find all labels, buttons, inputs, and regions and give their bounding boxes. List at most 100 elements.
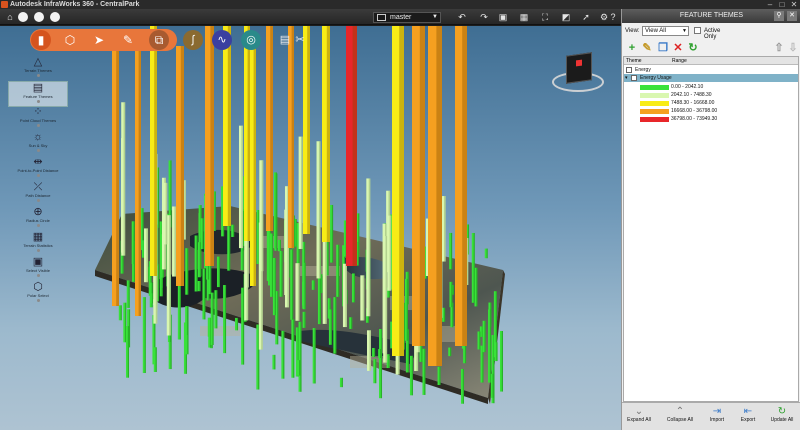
tool-sun-sky[interactable]: ☼ Sun & Sky [8,131,68,157]
tool-path-distance[interactable]: ⤫ Path Distance [8,181,68,207]
viewcube-cube[interactable] [566,52,592,84]
tool-point-cloud[interactable]: ⁘ Point Cloud Themes [8,106,68,132]
data-bar-shade [375,359,377,384]
tool-label: Point-to-Point Distance [17,168,59,173]
proposal-dropdown[interactable]: master ▼ [373,12,441,23]
theme-checkbox[interactable] [631,75,637,81]
data-bar-shade [274,354,276,370]
path-distance-icon: ⤫ [33,181,43,193]
update-all-button[interactable]: ↻ Update All [765,406,799,428]
range-swatch[interactable] [640,101,669,106]
viewcube[interactable] [548,50,608,106]
data-bar-shade [169,215,171,336]
data-bar-shade [388,354,390,369]
data-bar-shade [406,278,408,341]
create-mode-icon[interactable]: ▮ [31,30,51,50]
data-bar-shade [165,182,168,245]
manage-mode-icon[interactable]: ⬡ [60,30,80,50]
home-icon[interactable]: ⌂ [4,11,16,23]
drainage-mode-icon[interactable]: ∿ [212,30,232,50]
theme-checkbox[interactable] [626,67,632,73]
presentation-icon[interactable]: ▤ [278,33,292,47]
redo-icon[interactable]: ↷ [478,11,490,23]
panel-close-icon[interactable]: ✕ [787,11,797,21]
undo-icon[interactable]: ↶ [456,11,468,23]
screenshot-icon[interactable]: ◩ [560,11,572,23]
move-up-icon[interactable]: ⇧ [772,41,786,55]
maximize-button[interactable]: □ [776,0,788,9]
data-bar-shade [275,172,277,249]
tool-radius-circle[interactable]: ⊕ Radius Circle [8,206,68,232]
3d-viewport[interactable]: ▮ ⬡ ➤ ✎ ⧉ ∫ ∿ ◎ ▤ ✂ △ Terrain Themes ▤ Feat… [0,26,621,430]
help-icon[interactable]: ? [607,11,619,23]
active-only-checkbox[interactable] [694,27,701,34]
pointer-icon[interactable]: ➚ [580,11,592,23]
import-button[interactable]: ⇥ Import [700,406,734,428]
range-swatch[interactable] [640,109,669,114]
data-bar-shade [351,317,353,329]
tool-polar-select[interactable]: ⬡ Polar Select [8,281,68,307]
update-icon: ↻ [777,406,787,417]
pin-icon[interactable]: ⚲ [774,11,784,21]
capture-icon[interactable]: ▦ [518,11,530,23]
app-window: Autodesk InfraWorks 360 - CentralPark – … [0,0,800,430]
data-bar-shade [224,285,227,354]
data-bar-shade [138,46,141,316]
refresh-theme-icon[interactable]: ↻ [686,41,700,55]
collapse-icon[interactable]: ▾ [625,74,628,82]
data-bar-shade [436,26,442,366]
range-swatch[interactable] [640,93,669,98]
edit-theme-icon[interactable]: ✎ [640,41,654,55]
tool-terrain-themes[interactable]: △ Terrain Themes [8,56,68,82]
bridge-mode-icon[interactable]: ◎ [241,30,261,50]
export-button[interactable]: ⇤ Export [731,406,765,428]
add-theme-icon[interactable]: + [625,41,639,55]
app-logo-icon [1,1,8,8]
delete-theme-icon[interactable]: ✕ [671,41,685,55]
tool-terrain-stats[interactable]: ▦ Terrain Statistics [8,231,68,257]
save-icon[interactable]: ▣ [497,11,509,23]
separator-dot [36,249,40,252]
data-bar-shade [443,307,446,322]
view-select[interactable]: View All ▼ [642,26,689,36]
tools-icon[interactable]: ✂ [293,33,307,47]
tree-row-energy[interactable]: Energy [624,66,798,74]
fullscreen-icon[interactable]: ⛶ [539,11,551,23]
data-bar-shade [227,26,231,226]
data-bar-shade [291,26,294,248]
duplicate-theme-icon[interactable]: ❐ [656,41,670,55]
tool-feature-themes[interactable]: ▤ Feature Themes [8,81,68,107]
minimize-button[interactable]: – [764,0,776,9]
data-bar-shade [204,268,206,320]
data-bar-shade [451,281,453,308]
separator-dot [36,74,40,77]
data-bar-shade [123,102,126,256]
range-swatch[interactable] [640,85,669,90]
model-circle-icon[interactable] [50,12,60,22]
close-button[interactable]: ✕ [788,0,800,9]
data-bar-shade [325,232,327,324]
tool-label: Terrain Themes [24,68,52,73]
move-down-icon[interactable]: ⇩ [786,41,800,55]
sketch-mode-icon[interactable]: ✎ [118,30,138,50]
chevron-down-icon: ▼ [432,14,438,20]
tool-distance[interactable]: ⇹ Point-to-Point Distance [8,156,68,182]
model-circle-icon[interactable] [18,12,28,22]
data-bar-shade [318,141,321,279]
tool-select-visible[interactable]: ▣ Select Visible [8,256,68,282]
analyze-mode-icon[interactable]: ⧉ [149,30,169,50]
model-circle-icon[interactable] [34,12,44,22]
data-bar-shade [452,284,454,295]
data-bar-shade [479,331,481,350]
update-all-label: Update All [770,417,794,423]
range-swatch[interactable] [640,117,669,122]
expand-all-button[interactable]: ⌄ Expand All [622,406,656,428]
data-bar-shade [385,236,388,363]
tree-row-energy-usage[interactable]: ▾ Energy Usage [624,74,798,82]
roads-mode-icon[interactable]: ∫ [183,30,203,50]
collapse-all-button[interactable]: ⌃ Collapse All [663,406,697,428]
select-mode-icon[interactable]: ➤ [89,30,109,50]
separator-dot [36,174,40,177]
terrain-themes-icon: △ [33,56,43,68]
export-icon: ⇤ [743,406,753,417]
